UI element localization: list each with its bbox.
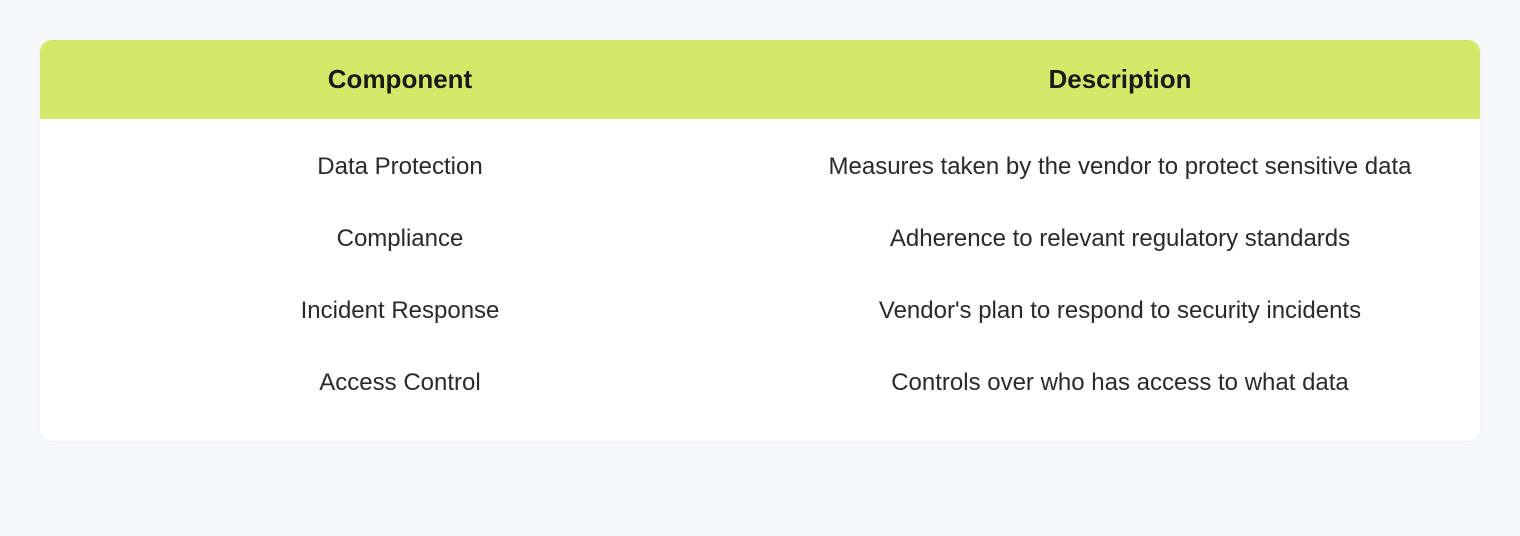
cell-description: Measures taken by the vendor to protect … xyxy=(760,149,1480,185)
cell-component: Incident Response xyxy=(40,293,760,329)
table-row: Incident Response Vendor's plan to respo… xyxy=(40,275,1480,347)
cell-description: Vendor's plan to respond to security inc… xyxy=(760,293,1480,329)
cell-description: Controls over who has access to what dat… xyxy=(760,365,1480,401)
cell-component: Access Control xyxy=(40,365,760,401)
table-row: Data Protection Measures taken by the ve… xyxy=(40,131,1480,203)
table-body: Data Protection Measures taken by the ve… xyxy=(40,119,1480,441)
table-header-row: Component Description xyxy=(40,40,1480,119)
table-row: Compliance Adherence to relevant regulat… xyxy=(40,203,1480,275)
cell-component: Compliance xyxy=(40,221,760,257)
table-row: Access Control Controls over who has acc… xyxy=(40,347,1480,419)
cell-component: Data Protection xyxy=(40,149,760,185)
cell-description: Adherence to relevant regulatory standar… xyxy=(760,221,1480,257)
table-container: Component Description Data Protection Me… xyxy=(40,40,1480,441)
header-component: Component xyxy=(40,64,760,95)
header-description: Description xyxy=(760,64,1480,95)
